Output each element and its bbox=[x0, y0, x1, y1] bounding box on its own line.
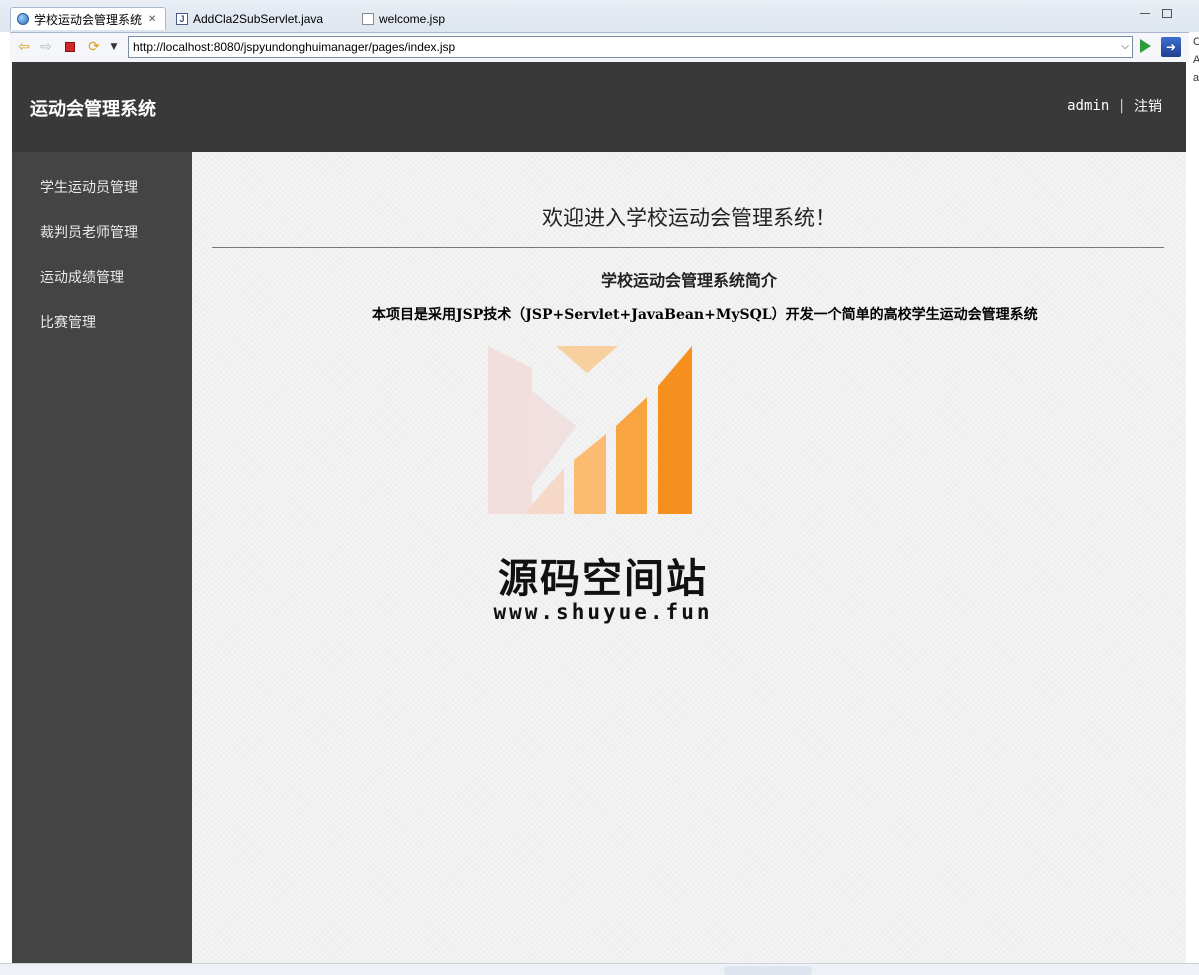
browser-viewport: 运动会管理系统 admin | 注销 学生运动员管理 裁判员老师管理 运动成绩管… bbox=[12, 62, 1186, 963]
intro-text: 本项目是采用JSP技术（JSP+Servlet+JavaBean+MySQL）开… bbox=[372, 307, 1038, 323]
maximize-button[interactable] bbox=[1162, 9, 1172, 18]
watermark-title: 源码空间站 bbox=[498, 556, 708, 602]
back-arrow-icon[interactable]: ⇦ bbox=[16, 39, 32, 55]
tab-label: AddCla2SubServlet.java bbox=[193, 11, 324, 26]
chevron-down-icon[interactable]: ⌵ bbox=[1121, 37, 1129, 57]
sidebar: 学生运动员管理 裁判员老师管理 运动成绩管理 比赛管理 bbox=[12, 152, 192, 963]
sidebar-item-referees[interactable]: 裁判员老师管理 bbox=[40, 222, 138, 242]
welcome-heading: 欢迎进入学校运动会管理系统！ bbox=[542, 206, 836, 230]
refresh-icon[interactable]: ⟳ bbox=[86, 39, 102, 55]
globe-icon bbox=[17, 13, 29, 25]
tab-jsp-file[interactable]: welcome.jsp bbox=[356, 7, 445, 30]
main-content: 欢迎进入学校运动会管理系统！ 学校运动会管理系统简介 本项目是采用JSP技术（J… bbox=[192, 152, 1186, 963]
sliver-letter: a bbox=[1193, 72, 1199, 84]
java-file-icon: J bbox=[176, 12, 188, 25]
watermark-url: www.shuyue.fun bbox=[493, 600, 713, 624]
chevron-down-icon[interactable]: ▼ bbox=[106, 39, 122, 55]
close-icon[interactable]: ✕ bbox=[148, 14, 156, 25]
jsp-file-icon bbox=[362, 12, 374, 25]
site-title: 运动会管理系统 bbox=[30, 99, 156, 120]
editor-tab-bar: 学校运动会管理系统 ✕ J AddCla2SubServlet.java wel… bbox=[0, 0, 1199, 32]
watermark-logo-icon bbox=[488, 346, 692, 514]
adjacent-view-sliver: C A a bbox=[1189, 32, 1199, 972]
tab-java-file[interactable]: J AddCla2SubServlet.java bbox=[170, 7, 323, 30]
go-icon[interactable] bbox=[1140, 39, 1151, 53]
sidebar-item-scores[interactable]: 运动成绩管理 bbox=[40, 267, 124, 287]
sliver-letter: C bbox=[1193, 36, 1199, 48]
divider bbox=[212, 247, 1164, 248]
stop-icon[interactable] bbox=[62, 39, 78, 56]
sidebar-item-matches[interactable]: 比赛管理 bbox=[40, 312, 96, 332]
tab-browser[interactable]: 学校运动会管理系统 ✕ bbox=[10, 7, 166, 30]
site-header: 运动会管理系统 admin | 注销 bbox=[12, 62, 1186, 152]
sidebar-item-athletes[interactable]: 学生运动员管理 bbox=[40, 177, 138, 197]
intro-title: 学校运动会管理系统简介 bbox=[600, 271, 777, 290]
username: admin bbox=[1067, 98, 1110, 114]
url-text: http://localhost:8080/jspyundonghuimanag… bbox=[133, 40, 456, 54]
watermark-logo: 源码空间站 www.shuyue.fun bbox=[488, 346, 718, 636]
bottom-strip bbox=[0, 963, 1199, 975]
separator: | bbox=[1119, 98, 1124, 114]
minimize-button[interactable] bbox=[1140, 13, 1150, 16]
url-input[interactable]: http://localhost:8080/jspyundonghuimanag… bbox=[128, 36, 1133, 58]
forward-arrow-icon[interactable]: ⇨ bbox=[38, 39, 54, 55]
logout-link[interactable]: 注销 bbox=[1134, 96, 1162, 116]
user-area: admin | 注销 bbox=[1067, 96, 1162, 116]
sliver-letter: A bbox=[1193, 54, 1199, 66]
tab-label: welcome.jsp bbox=[379, 11, 446, 26]
external-browser-icon[interactable]: ➜ bbox=[1161, 37, 1181, 57]
browser-toolbar: ⇦ ⇨ ⟳ ▼ http://localhost:8080/jspyundong… bbox=[10, 32, 1189, 62]
tab-label: 学校运动会管理系统 bbox=[34, 12, 143, 27]
